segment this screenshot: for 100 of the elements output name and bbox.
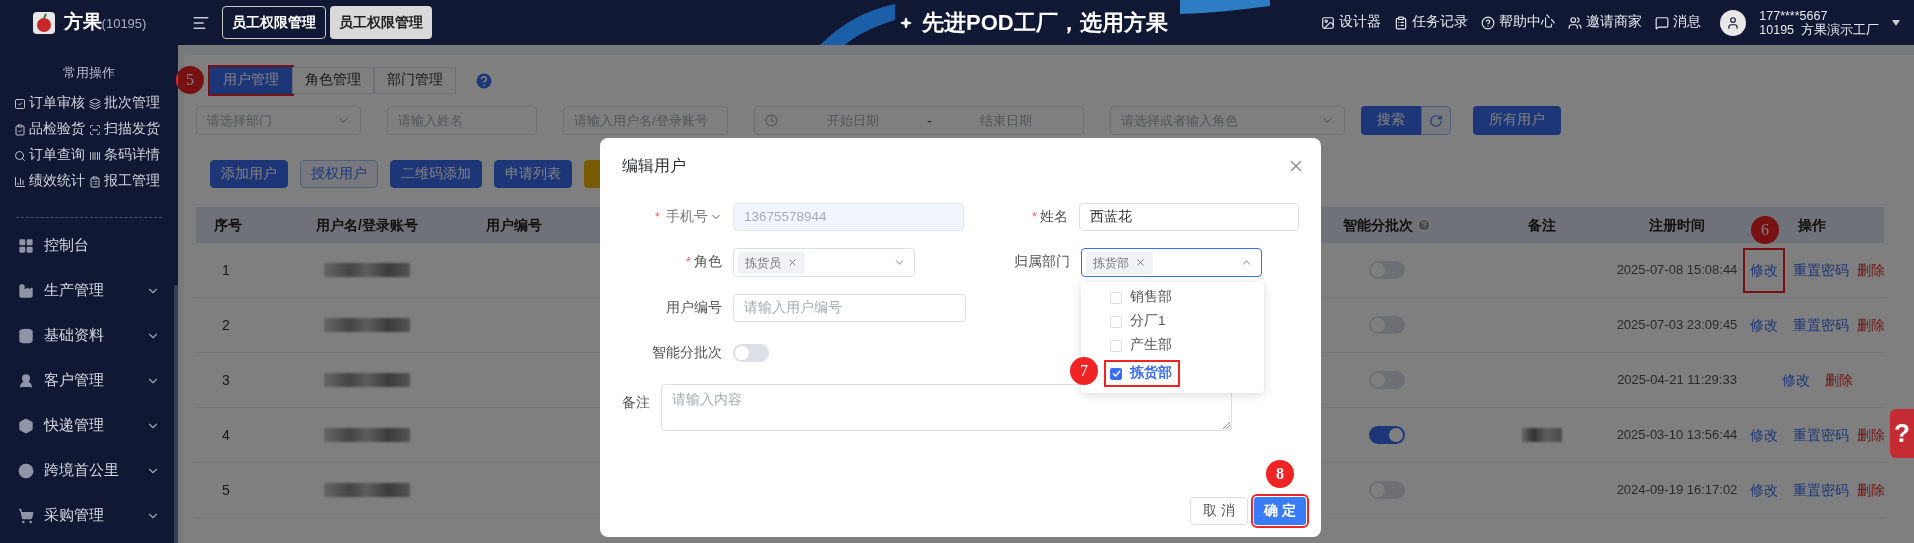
column-header: 序号 [213,215,243,235]
user-company: 10195 方果演示工厂 [1759,22,1879,37]
note-textarea[interactable]: 请输入内容 [661,384,1232,431]
tag: 拣货部 [1086,251,1153,274]
menu-label: 生产管理 [44,281,105,301]
field-label: 备注 [622,395,650,410]
quick-action-link[interactable]: 订单查询 [14,146,89,165]
help-tab[interactable]: ? [1890,409,1914,458]
edit-link[interactable]: 修改 [1743,467,1785,513]
column-header: 用户名/登录账号 [315,215,419,235]
table-cell: 3 [222,371,230,388]
column-header: 注册时间 [1648,215,1706,235]
dropdown-option[interactable]: 分厂1 [1104,312,1174,331]
edit-link[interactable]: 修改 [1775,357,1817,403]
reset-password-link[interactable]: 重置密码 [1793,424,1849,446]
table-cell: 1 [222,261,230,278]
action-button[interactable]: 授权用户 [300,160,378,188]
tag: 拣货员 [738,251,805,274]
table-cell: 4 [222,426,230,443]
menu-label: 快递管理 [44,416,105,436]
step-badge: 5 [176,66,204,94]
menu-label: 基础资料 [44,326,105,346]
dropdown-option[interactable]: 销售部 [1104,288,1180,307]
dialog-title: 编辑用户 [622,156,686,176]
page-tab[interactable]: 部门管理 [374,67,456,94]
table-cell-text: 2025-07-03 23:09:45 [1616,316,1738,334]
menu-label: 客户管理 [44,371,105,391]
sidebar-menu-item[interactable]: 快递管理 [0,403,178,449]
top-tab[interactable]: 员工权限管理 [222,6,326,39]
column-header: 备注 [1527,215,1557,235]
menu-label: 控制台 [44,236,90,256]
required-mark: * [654,207,660,226]
header-link[interactable]: 设计器 [1321,12,1382,33]
step-badge: 8 [1266,460,1294,488]
table-cell-text: 2025-03-10 13:56:44 [1616,426,1738,444]
page-tab[interactable]: 用户管理 [210,67,292,94]
column-header: 用户编号 [485,215,543,235]
logo-text: 方果 [63,10,102,35]
banner-slogan: 先进POD工厂，选用方果 [922,9,1168,37]
required-mark: * [685,254,691,270]
all-users-button[interactable]: 所有用户 [1473,106,1561,135]
quick-action-link[interactable]: 绩效统计 [14,172,89,191]
delete-link[interactable]: 删除 [1857,424,1885,446]
top-tab[interactable]: 员工权限管理 [330,6,432,39]
field-label: 角色 [694,254,722,270]
sidebar-menu-item[interactable]: 控制台 [0,223,178,269]
header-link[interactable]: 消息 [1655,12,1702,33]
reset-password-link[interactable]: 重置密码 [1793,314,1849,336]
dropdown-option[interactable]: 拣货部 [1104,360,1180,387]
edit-link[interactable]: 修改 [1743,412,1785,458]
date-separator: - [927,111,932,130]
table-cell: 5 [222,481,230,498]
action-button[interactable]: 二维码添加 [390,160,482,188]
quick-action-link[interactable]: 订单审核 [14,94,89,113]
department-select[interactable]: 拣货部 [1081,248,1262,277]
menu-label: 跨境首公里 [44,461,120,481]
search-button[interactable]: 搜索 [1361,106,1421,135]
table-cell-text: 2025-04-21 11:29:33 [1616,371,1738,389]
delete-link[interactable]: 删除 [1857,314,1885,336]
cancel-button[interactable]: 取 消 [1190,497,1248,525]
header-link[interactable]: 任务记录 [1394,12,1469,33]
table-cell: 2 [222,316,230,333]
field-label: 智能分批次 [652,344,722,360]
field-label: 归属部门 [1014,254,1070,270]
header-link[interactable]: 邀请商家 [1568,12,1643,33]
section-title: 常用操作 [62,64,116,82]
reset-password-link[interactable]: 重置密码 [1793,479,1849,501]
reset-password-link[interactable]: 重置密码 [1793,259,1849,281]
table-cell-text: 2025-07-08 15:08:44 [1616,261,1738,279]
edit-link[interactable]: 修改 [1743,302,1785,348]
header-link[interactable]: 帮助中心 [1481,12,1556,33]
field-label: 姓名 [1039,208,1068,224]
delete-link[interactable]: 删除 [1857,259,1885,281]
role-select[interactable]: 拣货员 [733,248,915,277]
delete-link[interactable]: 删除 [1857,479,1885,501]
action-button[interactable]: 申请列表 [494,160,572,188]
field-label: 用户编号 [666,299,722,315]
sidebar-menu-item[interactable]: 跨境首公里 [0,448,178,494]
quick-action-link[interactable]: 报工管理 [89,172,164,191]
user-phone: 177****5667 [1759,8,1829,23]
required-mark: * [1031,208,1037,224]
menu-label: 采购管理 [44,506,105,526]
quick-action-link[interactable]: 品检验货 [14,120,89,139]
delete-link[interactable]: 删除 [1825,369,1853,391]
sidebar-menu-item[interactable]: 基础资料 [0,313,178,359]
quick-action-link[interactable]: 条码详情 [89,146,164,165]
quick-action-link[interactable]: 批次管理 [89,94,164,113]
sidebar-menu-item[interactable]: 客户管理 [0,358,178,404]
user-number-field[interactable]: 请输入用户编号 [733,294,966,322]
step-badge: 7 [1070,357,1098,385]
name-field[interactable]: 西蓝花 [1078,203,1299,231]
quick-action-link[interactable]: 扫描发货 [89,120,164,139]
column-header: 操作 [1798,215,1826,235]
page-tab[interactable]: 角色管理 [292,67,374,94]
action-button[interactable]: 添加用户 [210,160,288,188]
table-cell-text: 2024-09-19 16:17:02 [1616,481,1738,499]
sidebar-menu-item[interactable]: 采购管理 [0,493,178,539]
dropdown-option[interactable]: 产生部 [1104,336,1180,355]
sidebar-menu-item[interactable]: 生产管理 [0,268,178,314]
field-label: 手机号 [666,207,708,226]
